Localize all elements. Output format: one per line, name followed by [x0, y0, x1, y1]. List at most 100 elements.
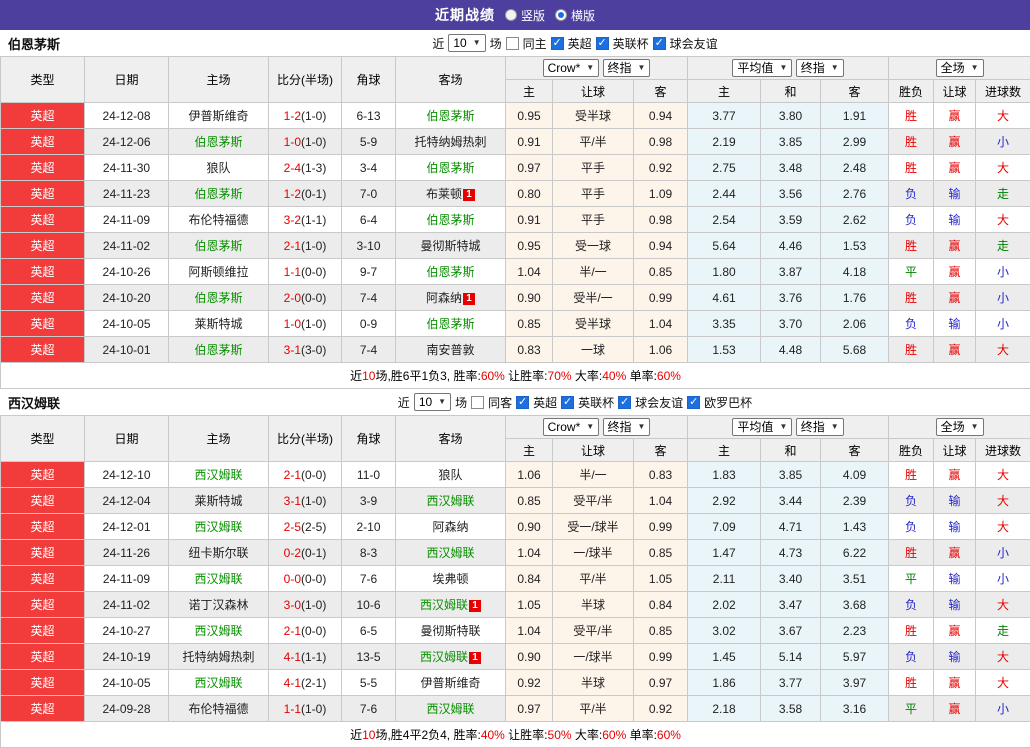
match-date: 24-11-02	[85, 233, 169, 259]
avg-draw-odds: 3.70	[761, 311, 821, 337]
away-team-cell: 南安普敦	[396, 337, 506, 363]
result-outcome: 负	[889, 311, 934, 337]
competition-checkbox-1[interactable]: ✓	[561, 396, 574, 409]
avg-group-header: 平均值▼ 终指▼	[688, 57, 889, 80]
crown-away-odds: 1.06	[634, 337, 688, 363]
match-row: 英超 24-11-26 纽卡斯尔联 0-2(0-1) 8-3 西汉姆联 1.04…	[1, 540, 1030, 566]
red-card-badge: 1	[463, 293, 475, 305]
result-outcome: 负	[889, 644, 934, 670]
team-label: 曼彻斯特城	[420, 239, 480, 253]
sections-container: 伯恩茅斯 近 10▼ 场 同主 ✓英超✓英联杯✓球会友谊 类型日期主场比分(半场…	[0, 30, 1030, 748]
corners-cell: 3-9	[342, 488, 396, 514]
fulltime-score: 2-0	[284, 291, 301, 305]
crown-handicap: 半球	[553, 670, 634, 696]
competition-checkbox-3[interactable]: ✓	[687, 396, 700, 409]
fulltime-select[interactable]: 全场▼	[936, 418, 984, 436]
result-handicap: 赢	[934, 259, 976, 285]
crown-handicap: 平手	[553, 207, 634, 233]
halftime-score: (0-0)	[301, 624, 326, 638]
crown-away-odds: 0.85	[634, 618, 688, 644]
home-team-cell: 西汉姆联	[169, 462, 269, 488]
home-team-cell: 莱斯特城	[169, 311, 269, 337]
crown-subcol: 让球	[553, 80, 634, 103]
chevron-down-icon: ▼	[831, 61, 839, 75]
league-badge: 英超	[1, 259, 85, 285]
same-venue-checkbox[interactable]	[471, 396, 484, 409]
result-goals: 大	[976, 462, 1030, 488]
bookmaker-select[interactable]: Crow*▼	[543, 59, 600, 77]
competition-checkbox-2-label: 球会友谊	[635, 394, 683, 411]
home-team-cell: 纽卡斯尔联	[169, 540, 269, 566]
crown-handicap: 一/球半	[553, 644, 634, 670]
crown-odds-type-select[interactable]: 终指▼	[603, 418, 651, 436]
chevron-down-icon: ▼	[779, 61, 787, 75]
section-header-0: 伯恩茅斯 近 10▼ 场 同主 ✓英超✓英联杯✓球会友谊	[0, 30, 1030, 56]
view-option-horizontal: 横版	[555, 7, 595, 24]
average-select[interactable]: 平均值▼	[732, 418, 792, 436]
result-subcol: 让球	[934, 80, 976, 103]
home-team-cell: 布伦特福德	[169, 696, 269, 722]
corners-cell: 7-4	[342, 285, 396, 311]
crown-odds-type-select[interactable]: 终指▼	[603, 59, 651, 77]
chevron-down-icon: ▼	[638, 420, 646, 434]
home-team-cell: 莱斯特城	[169, 488, 269, 514]
match-count-select[interactable]: 10▼	[448, 34, 485, 52]
halftime-score: (1-3)	[301, 161, 326, 175]
match-date: 24-10-20	[85, 285, 169, 311]
result-goals: 大	[976, 337, 1030, 363]
fulltime-score: 2-1	[284, 239, 301, 253]
crown-handicap: 平/半	[553, 129, 634, 155]
match-date: 24-10-05	[85, 311, 169, 337]
match-date: 24-11-26	[85, 540, 169, 566]
summary-text: 近10场,胜4平2负4, 胜率:40% 让胜率:50% 大率:60% 单率:60…	[1, 722, 1030, 748]
average-select[interactable]: 平均值▼	[732, 59, 792, 77]
fulltime-select[interactable]: 全场▼	[936, 59, 984, 77]
crown-home-odds: 0.97	[506, 696, 553, 722]
avg-odds-type-select[interactable]: 终指▼	[796, 418, 844, 436]
team-label: 莱斯特城	[194, 494, 242, 508]
page-title: 近期战绩	[435, 5, 495, 25]
crown-handicap: 平/半	[553, 566, 634, 592]
result-goals: 走	[976, 618, 1030, 644]
halftime-score: (1-0)	[301, 135, 326, 149]
crown-away-odds: 0.94	[634, 233, 688, 259]
crown-handicap: 半/一	[553, 462, 634, 488]
home-team-cell: 伯恩茅斯	[169, 285, 269, 311]
crown-handicap: 一/球半	[553, 540, 634, 566]
avg-away-odds: 2.62	[821, 207, 889, 233]
recent-suffix: 场	[455, 394, 467, 411]
league-badge: 英超	[1, 155, 85, 181]
competition-checkbox-2[interactable]: ✓	[653, 37, 666, 50]
match-date: 24-12-01	[85, 514, 169, 540]
competition-checkbox-2[interactable]: ✓	[618, 396, 631, 409]
same-venue-checkbox[interactable]	[506, 37, 519, 50]
col-header-4: 角球	[342, 416, 396, 462]
crown-home-odds: 0.90	[506, 285, 553, 311]
team-label: 曼彻斯特联	[420, 624, 480, 638]
radio-vertical-icon[interactable]	[505, 9, 517, 21]
crown-handicap: 受半/一	[553, 285, 634, 311]
team-label: 西汉姆联	[426, 702, 474, 716]
competition-checkbox-0[interactable]: ✓	[551, 37, 564, 50]
avg-away-odds: 3.68	[821, 592, 889, 618]
avg-away-odds: 4.18	[821, 259, 889, 285]
competition-checkbox-0[interactable]: ✓	[516, 396, 529, 409]
fulltime-score: 0-0	[284, 572, 301, 586]
team-label: 西汉姆联	[194, 468, 242, 482]
home-team-cell: 伊普斯维奇	[169, 103, 269, 129]
home-team-cell: 伯恩茅斯	[169, 233, 269, 259]
bookmaker-select[interactable]: Crow*▼	[543, 418, 600, 436]
chevron-down-icon: ▼	[586, 420, 594, 434]
chevron-down-icon: ▼	[971, 420, 979, 434]
recent-suffix: 场	[490, 35, 502, 52]
match-count-select[interactable]: 10▼	[414, 393, 451, 411]
halftime-score: (2-5)	[301, 520, 326, 534]
crown-home-odds: 0.91	[506, 207, 553, 233]
col-header-1: 日期	[85, 57, 169, 103]
away-team-cell: 曼彻斯特联	[396, 618, 506, 644]
avg-odds-type-select[interactable]: 终指▼	[796, 59, 844, 77]
away-team-cell: 伊普斯维奇	[396, 670, 506, 696]
radio-horizontal-icon[interactable]	[555, 9, 567, 21]
competition-checkbox-1[interactable]: ✓	[596, 37, 609, 50]
avg-away-odds: 2.23	[821, 618, 889, 644]
